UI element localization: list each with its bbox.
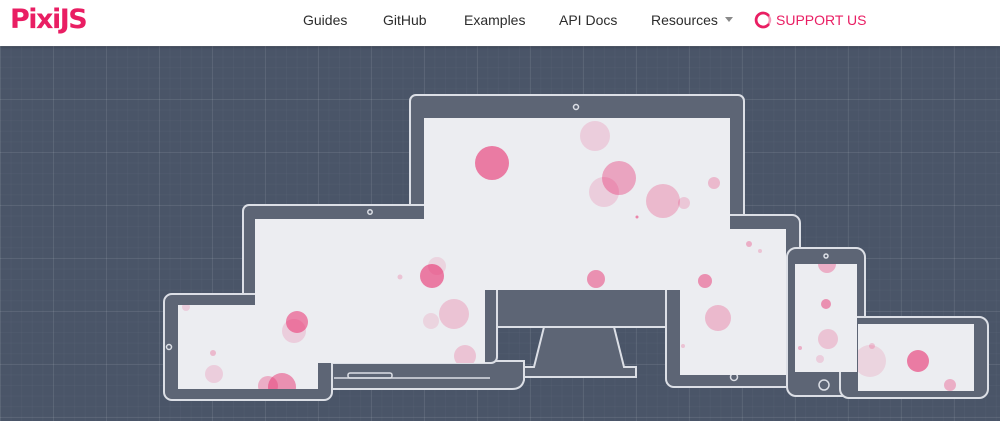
nav-dropdown-resources[interactable]: Resources bbox=[651, 11, 733, 29]
nav-link-guides[interactable]: Guides bbox=[303, 11, 347, 29]
monitor-stand bbox=[521, 326, 637, 378]
nav-link-examples[interactable]: Examples bbox=[464, 11, 525, 29]
phone-portrait-screen bbox=[795, 264, 857, 372]
open-collective-icon bbox=[754, 11, 772, 29]
top-navigation-bar: PixiJS Guides GitHub Examples API Docs R… bbox=[0, 0, 1000, 46]
nav-dropdown-resources-label: Resources bbox=[651, 12, 718, 28]
pixijs-logo[interactable]: PixiJS bbox=[10, 3, 88, 37]
laptop-base bbox=[299, 360, 525, 390]
support-us-label: SUPPORT US bbox=[776, 12, 867, 28]
tablet-portrait-screen bbox=[680, 229, 786, 375]
nav-link-github[interactable]: GitHub bbox=[383, 11, 427, 29]
responsive-devices-illustration bbox=[163, 94, 989, 401]
hero-section bbox=[0, 46, 1000, 421]
nav-link-api-docs[interactable]: API Docs bbox=[559, 11, 617, 29]
caret-down-icon bbox=[724, 17, 733, 22]
